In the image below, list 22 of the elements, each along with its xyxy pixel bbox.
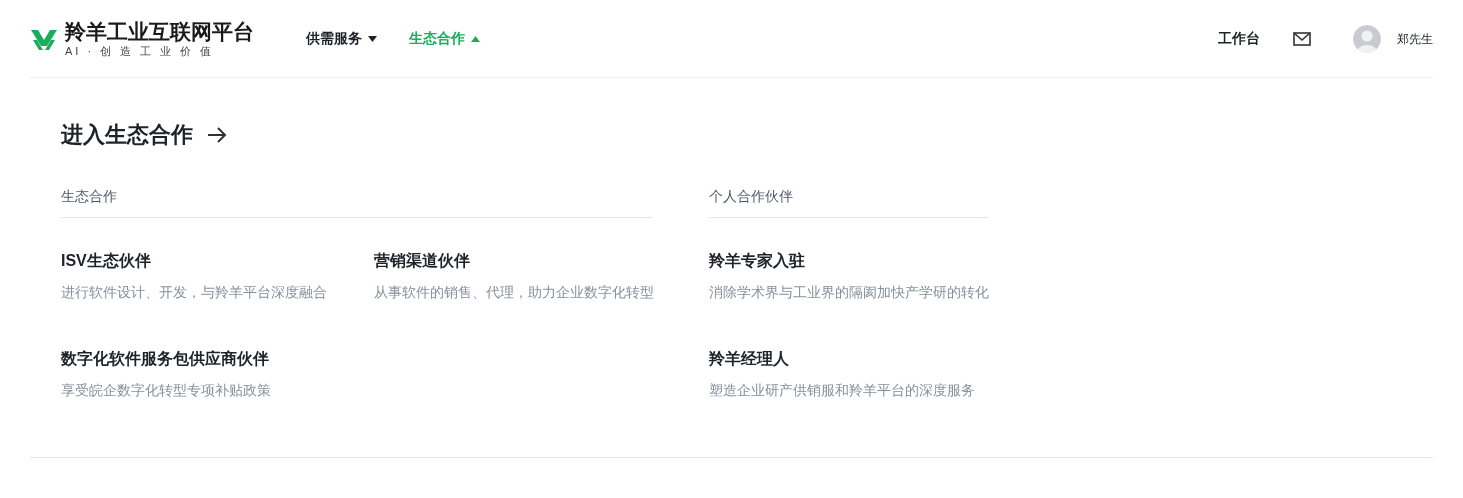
logo-title: 羚羊工业互联网平台 (65, 19, 254, 44)
item-title[interactable]: 羚羊经理人 (709, 348, 989, 370)
nav-tab[interactable]: 供需服务 (306, 28, 377, 49)
item-description: 享受皖企数字化转型专项补贴政策 (61, 381, 272, 400)
item-description: 塑造企业研产供销服和羚羊平台的深度服务 (709, 381, 976, 400)
logo-slogan: AI · 创 造 工 业 价 值 (65, 43, 216, 58)
arrow-right-icon[interactable] (207, 127, 227, 143)
item-description: 从事软件的销售、代理，助力企业数字化转型 (374, 283, 653, 302)
panel-title[interactable]: 进入生态合作 (61, 120, 193, 150)
mail-icon[interactable] (1293, 31, 1311, 46)
item-title[interactable]: 数字化软件服务包供应商伙伴 (61, 348, 374, 370)
workbench-link[interactable]: 工作台 (1218, 28, 1260, 49)
item-title[interactable]: 羚羊专家入驻 (709, 250, 989, 272)
group-title: 个人合作伙伴 (709, 188, 793, 204)
caret-up-icon (471, 35, 480, 42)
user-name[interactable]: 郑先生 (1397, 29, 1433, 48)
item-title[interactable]: ISV生态伙伴 (61, 250, 374, 272)
item-description: 进行软件设计、开发，与羚羊平台深度融合 (61, 283, 328, 302)
item-title[interactable]: 营销渠道伙伴 (374, 250, 653, 272)
caret-down-icon (368, 35, 377, 42)
group-title: 生态合作 (61, 188, 117, 204)
item-description: 消除学术界与工业界的隔阂加快产学研的转化 (709, 283, 989, 302)
